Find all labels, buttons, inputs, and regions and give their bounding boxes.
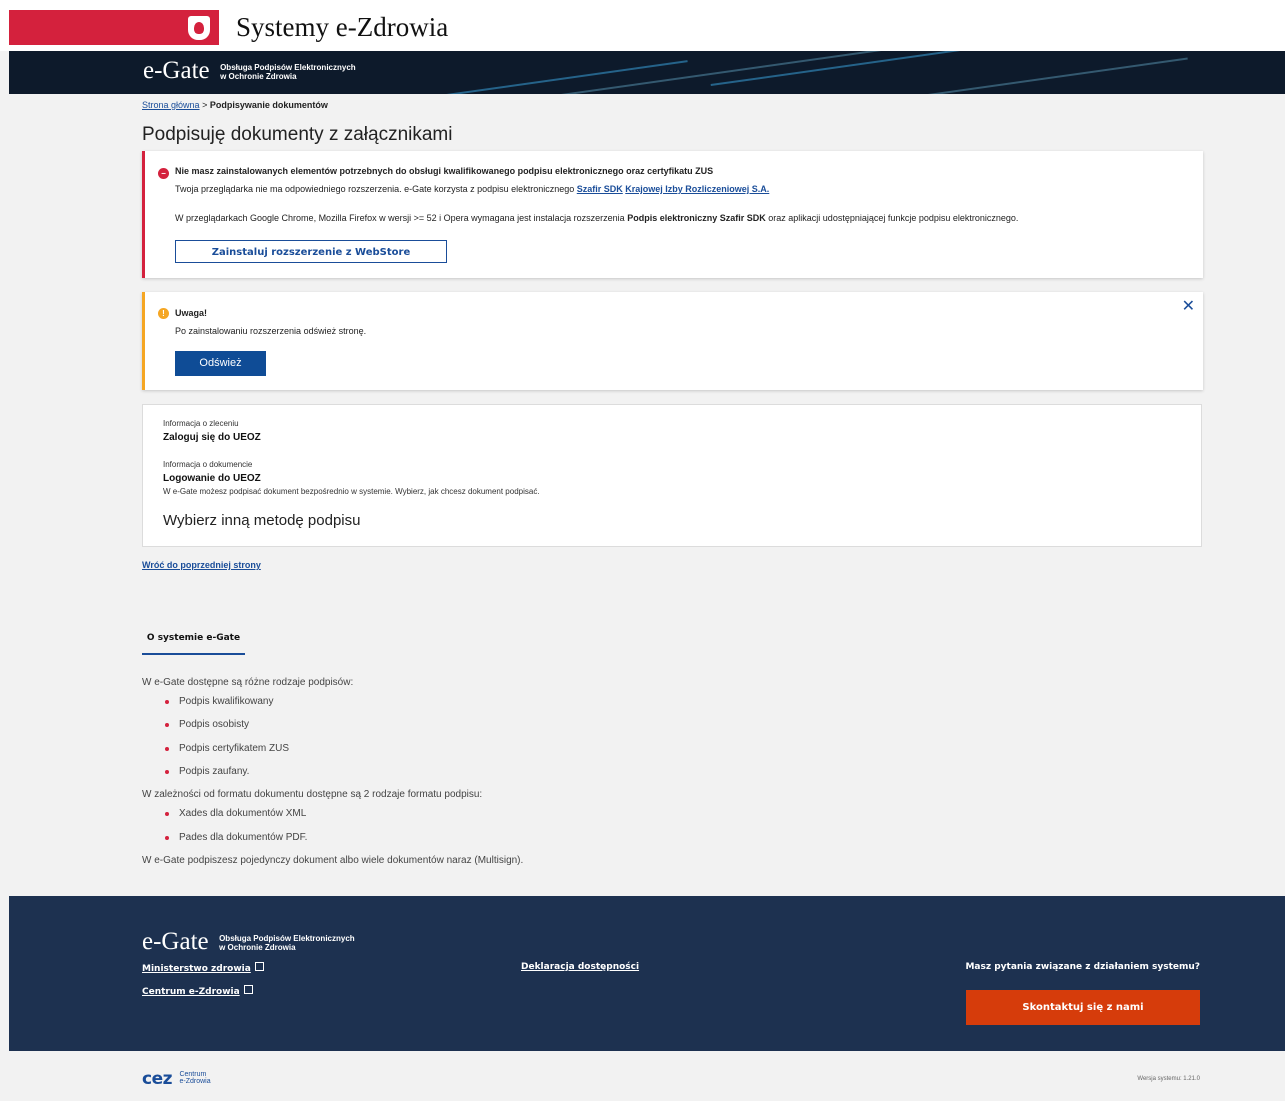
cez-subtitle-line1: Centrum — [179, 1071, 207, 1078]
logo-word: e-Gate — [143, 57, 210, 84]
breadcrumb: Strona główna > Podpisywanie dokumentów — [142, 100, 328, 110]
breadcrumb-separator: > — [202, 100, 208, 110]
list-item: Podpis kwalifikowany — [165, 696, 274, 707]
warning-icon: ! — [158, 308, 169, 319]
list-item: Podpis zaufany. — [165, 766, 249, 777]
footer-egate-logo[interactable]: e-Gate Obsługa Podpisów Elektronicznych … — [142, 928, 355, 956]
contact-button[interactable]: Skontaktuj się z nami — [966, 990, 1200, 1025]
logo-subtitle-line2: w Ochronie Zdrowia — [220, 72, 297, 81]
footer-question: Masz pytania związane z działaniem syste… — [965, 962, 1200, 972]
warning-alert-text: Po zainstalowaniu rozszerzenia odśwież s… — [175, 326, 367, 336]
refresh-button[interactable]: Odśwież — [175, 351, 266, 376]
bottom-bar: cez Centrum e-Zdrowia Wersja systemu: 1.… — [9, 1051, 1285, 1101]
centrum-link-label: Centrum e-Zdrowia — [142, 987, 240, 997]
warning-alert: ! Uwaga! Po zainstalowaniu rozszerzenia … — [142, 292, 1203, 390]
external-link-icon — [254, 962, 264, 971]
document-info-card: Informacja o zleceniu Zaloguj się do UEO… — [142, 404, 1202, 547]
cez-subtitle-line2: e-Zdrowia — [179, 1078, 211, 1085]
system-version: Wersja systemu: 1.21.0 — [1137, 1076, 1200, 1082]
cez-logo-word: cez — [142, 1069, 173, 1089]
order-info-value: Zaloguj się do UEOZ — [163, 432, 261, 443]
error-alert-line2-bold: Podpis elektroniczny Szafir SDK — [627, 213, 766, 223]
error-alert-title: Nie masz zainstalowanych elementów potrz… — [175, 166, 714, 176]
document-info-description: W e-Gate możesz podpisać dokument bezpoś… — [163, 487, 540, 496]
footer-logo-word: e-Gate — [142, 928, 209, 955]
breadcrumb-current: Podpisywanie dokumentów — [209, 100, 328, 110]
list-item: Xades dla dokumentów XML — [165, 808, 306, 819]
ministry-link-label: Ministerstwo zdrowia — [142, 964, 251, 974]
footer-logo-subtitle-line1: Obsługa Podpisów Elektronicznych — [219, 934, 355, 943]
breadcrumb-home-link[interactable]: Strona główna — [142, 100, 200, 110]
accessibility-declaration-link[interactable]: Deklaracja dostępności — [521, 962, 639, 972]
szafir-sdk-link[interactable]: Szafir SDK — [577, 184, 623, 194]
cez-logo-subtitle: Centrum e-Zdrowia — [179, 1071, 210, 1085]
decorative-streak — [710, 51, 1068, 87]
logo-subtitle: Obsługa Podpisów Elektronicznych w Ochro… — [220, 63, 356, 81]
decorative-streak — [390, 60, 688, 94]
about-outro: W e-Gate podpiszesz pojedynczy dokument … — [142, 855, 524, 866]
order-info-label: Informacja o zleceniu — [163, 419, 239, 428]
warning-alert-title: Uwaga! — [175, 308, 208, 318]
logo-subtitle-line1: Obsługa Podpisów Elektronicznych — [220, 63, 356, 72]
kir-link[interactable]: Krajowej Izby Rozliczeniowej S.A. — [625, 184, 769, 194]
centrum-link[interactable]: Centrum e-Zdrowia — [142, 985, 253, 997]
list-item-text: Pades dla dokumentów PDF. — [179, 832, 308, 843]
list-item: Podpis certyfikatem ZUS — [165, 743, 289, 754]
error-alert-line1: Twoja przeglądarka nie ma odpowiedniego … — [175, 184, 769, 194]
list-item-text: Xades dla dokumentów XML — [179, 808, 307, 819]
footer: e-Gate Obsługa Podpisów Elektronicznych … — [9, 896, 1285, 1051]
egate-logo[interactable]: e-Gate Obsługa Podpisów Elektronicznych … — [143, 57, 356, 85]
error-alert-line2: W przeglądarkach Google Chrome, Mozilla … — [175, 213, 1018, 223]
external-link-icon — [243, 985, 253, 994]
document-info-value: Logowanie do UEOZ — [163, 473, 261, 484]
cez-logo[interactable]: cez Centrum e-Zdrowia — [142, 1069, 211, 1089]
document-info-label: Informacja o dokumencie — [163, 460, 253, 469]
list-item-text: Podpis certyfikatem ZUS — [179, 743, 290, 754]
brand-header: e-Gate Obsługa Podpisów Elektronicznych … — [9, 51, 1285, 94]
install-extension-button[interactable]: Zainstaluj rozszerzenie z WebStore — [175, 240, 447, 263]
error-alert-line2-text: W przeglądarkach Google Chrome, Mozilla … — [175, 213, 625, 223]
footer-logo-subtitle-line2: w Ochronie Zdrowia — [219, 943, 296, 952]
error-alert-line2-end: oraz aplikacji udostępniającej funkcje p… — [768, 213, 1019, 223]
about-intro: W e-Gate dostępne są różne rodzaje podpi… — [142, 677, 354, 688]
error-icon: − — [158, 168, 169, 179]
back-link[interactable]: Wróć do poprzedniej strony — [142, 560, 261, 570]
gov-header: Systemy e-Zdrowia — [0, 0, 1285, 51]
list-item-text: Podpis osobisty — [179, 719, 250, 730]
list-item: Pades dla dokumentów PDF. — [165, 832, 307, 843]
ministry-link[interactable]: Ministerstwo zdrowia — [142, 962, 264, 974]
error-alert: − Nie masz zainstalowanych elementów pot… — [142, 151, 1203, 278]
error-alert-line1-text: Twoja przeglądarka nie ma odpowiedniego … — [175, 184, 575, 194]
footer-logo-subtitle: Obsługa Podpisów Elektronicznych w Ochro… — [219, 934, 355, 952]
page-title: Podpisuję dokumenty z załącznikami — [142, 124, 453, 145]
about-formats-intro: W zależności od formatu dokumentu dostęp… — [142, 789, 483, 800]
close-icon[interactable]: ✕ — [1182, 296, 1195, 316]
decorative-streak — [910, 57, 1188, 94]
list-item-text: Podpis zaufany. — [179, 766, 250, 777]
about-tab[interactable]: O systemie e-Gate — [142, 633, 245, 655]
list-item-text: Podpis kwalifikowany — [179, 696, 274, 707]
list-item: Podpis osobisty — [165, 719, 249, 730]
gov-title[interactable]: Systemy e-Zdrowia — [236, 12, 448, 43]
other-signature-method-link[interactable]: Wybierz inną metodę podpisu — [163, 512, 360, 529]
polish-eagle-icon — [188, 16, 210, 40]
